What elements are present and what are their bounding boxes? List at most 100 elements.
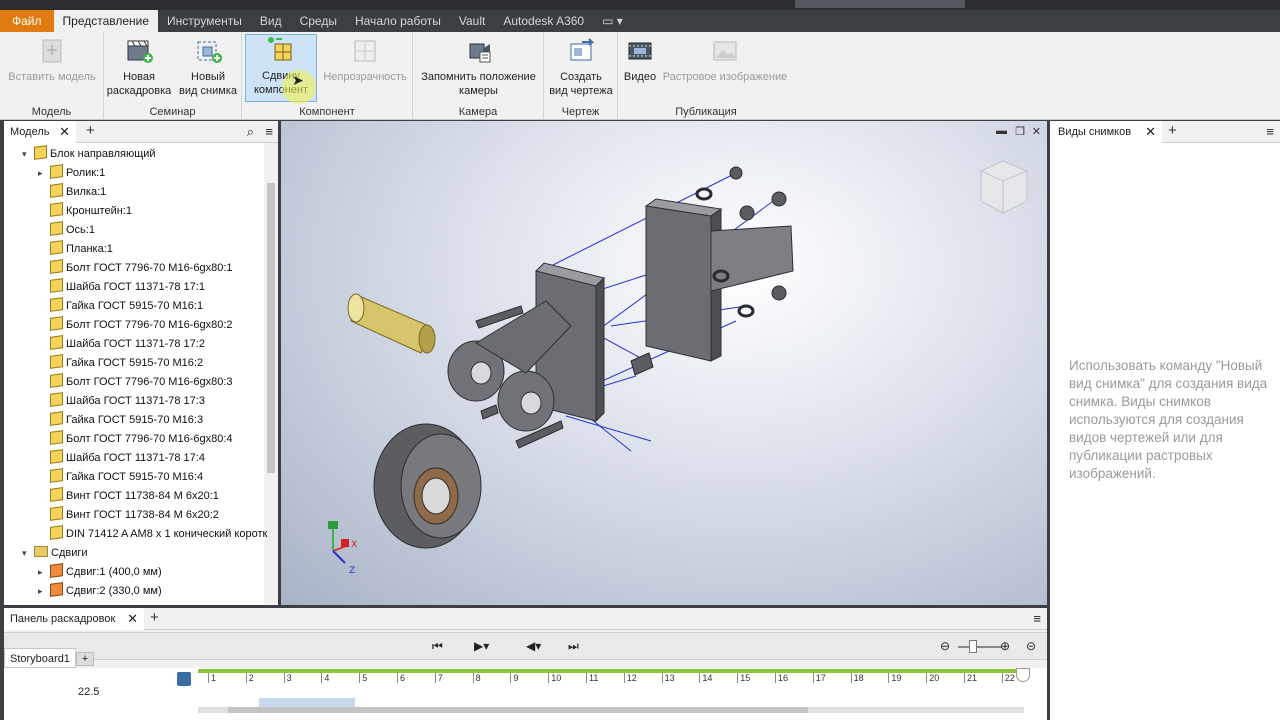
timeline-scroll-thumb[interactable] [228, 707, 808, 713]
tree-node[interactable]: ▸ Сдвиг:1 (400,0 мм) [38, 563, 162, 582]
tab-get-started[interactable]: Начало работы [346, 10, 450, 32]
tree-node[interactable]: Гайка ГОСТ 5915-70 М16:2 [38, 354, 203, 373]
timeline-tick-label: 6 [397, 673, 405, 683]
close-icon[interactable]: ✕ [127, 608, 138, 630]
tree-node[interactable]: ▸ Сдвиг:2 (330,0 мм) [38, 582, 162, 601]
help-search-input[interactable] [795, 0, 965, 8]
tree-node-label: Вилка:1 [66, 186, 107, 198]
scratch-zone-icon[interactable] [177, 672, 191, 686]
play-icon[interactable]: ▶▾ [474, 639, 489, 653]
play-reverse-icon[interactable]: ◀▾ [526, 639, 541, 653]
insert-model-button[interactable]: Вставить модель [6, 36, 98, 84]
timeline-tick-label: 10 [548, 673, 561, 683]
folder-icon [34, 546, 48, 557]
save-camera-button[interactable]: Запомнить положение камеры [415, 36, 542, 98]
part-icon [50, 259, 63, 274]
go-to-start-icon[interactable]: ⏮ [432, 639, 443, 654]
menu-icon[interactable]: ≡ [1266, 124, 1274, 139]
add-tab-icon[interactable]: + [86, 123, 95, 139]
tree-node[interactable]: Винт ГОСТ 11738-84 М 6х20:1 [38, 487, 219, 506]
tab-storyboard-panel[interactable]: Панель раскадровок ✕ [4, 608, 144, 630]
tree-node[interactable]: Болт ГОСТ 7796-70 М16-6gx80:2 [38, 316, 233, 335]
tree-node-label: Гайка ГОСТ 5915-70 М16:1 [66, 300, 204, 312]
view-cube-icon [980, 160, 1028, 214]
timeline-tick-label: 1 [208, 673, 216, 683]
tree-node[interactable]: Гайка ГОСТ 5915-70 М16:3 [38, 411, 203, 430]
add-tab-icon[interactable]: + [1168, 123, 1177, 139]
tab-model[interactable]: Модель ✕ [4, 121, 76, 143]
tab-presentation[interactable]: Представление [53, 10, 159, 32]
tab-snapshot-views[interactable]: Виды снимков ✕ [1050, 121, 1162, 143]
playhead[interactable] [1016, 668, 1030, 682]
part-icon [50, 525, 63, 540]
group-camera: Запомнить положение камеры Камера [413, 32, 544, 120]
raster-button[interactable]: Растровое изображение [660, 36, 790, 84]
tree-node[interactable]: Винт ГОСТ 11738-84 М 6х20:2 [38, 506, 219, 525]
add-tab-icon[interactable]: + [150, 610, 159, 626]
expand-toggle-icon[interactable]: ▸ [38, 563, 50, 582]
tree-node[interactable]: Болт ГОСТ 7796-70 М16-6gx80:4 [38, 430, 233, 449]
close-icon[interactable]: ✕ [59, 121, 70, 143]
tree-node[interactable]: Болт ГОСТ 7796-70 М16-6gx80:3 [38, 373, 233, 392]
timeline-tick-label: 21 [964, 673, 977, 683]
tab-tools[interactable]: Инструменты [158, 10, 251, 32]
close-icon[interactable]: ✕ [1145, 121, 1156, 143]
tree-node[interactable]: DIN 71412 A AM8 x 1 конический коротк [38, 525, 267, 544]
filter-icon[interactable]: ⊝ [1026, 639, 1036, 653]
tree-node[interactable]: Вилка:1 [38, 183, 106, 202]
exploded-assembly-view: X Z [328, 160, 1028, 576]
tab-a360[interactable]: Autodesk A360 [494, 10, 593, 32]
opacity-button[interactable]: Непрозрачность [320, 36, 410, 84]
tree-node[interactable]: ▸ Ролик:1 [38, 164, 105, 183]
new-snapshot-button[interactable]: Новый вид снимка [176, 36, 240, 98]
expand-toggle-icon[interactable]: ▸ [38, 582, 50, 601]
zoom-slider-thumb[interactable] [969, 640, 977, 653]
tab-environments[interactable]: Среды [291, 10, 346, 32]
tab-storyboard1[interactable]: Storyboard1 [4, 648, 76, 668]
zoom-out-icon[interactable]: ⊖ [940, 639, 950, 653]
tree-node[interactable]: Шайба ГОСТ 11371-78 17:1 [38, 278, 205, 297]
expand-toggle-icon[interactable]: ▾ [22, 145, 34, 164]
zoom-slider[interactable] [958, 646, 1002, 648]
timeline-ruler[interactable]: 1 2 3 4 5 6 7 8 9 10 11 12 13 14 15 16 17 18 19 20 21 22 [198, 673, 1024, 687]
tab-view[interactable]: Вид [251, 10, 291, 32]
part-icon [50, 240, 63, 255]
drawing-view-icon [566, 36, 596, 66]
snapshot-panel-header: Виды снимков ✕ + ≡ [1050, 121, 1280, 143]
file-menu[interactable]: Файл [0, 10, 54, 32]
search-icon[interactable]: ⌕ [247, 124, 254, 140]
tree-node[interactable]: ▾ Сдвиги [22, 544, 88, 563]
menu-icon[interactable]: ≡ [265, 124, 273, 139]
tree-node[interactable]: Болт ГОСТ 7796-70 М16-6gx80:1 [38, 259, 233, 278]
model-browser: Модель ✕ + ⌕ ≡ ▾ Блок направляющий ▸ Ролик:… [4, 121, 278, 605]
tree-node[interactable]: Планка:1 [38, 240, 113, 259]
timeline-tick-label: 16 [775, 673, 788, 683]
expand-toggle-icon[interactable]: ▾ [22, 544, 34, 563]
timeline-tick-label: 17 [812, 673, 826, 683]
tree-scroll-thumb[interactable] [267, 183, 275, 473]
part-icon [34, 145, 47, 160]
add-storyboard-icon[interactable]: + [76, 652, 94, 666]
menu-icon[interactable]: ≡ [1033, 611, 1041, 626]
tree-node[interactable]: Кронштейн:1 [38, 202, 132, 221]
tree-node[interactable]: Шайба ГОСТ 11371-78 17:3 [38, 392, 205, 411]
go-to-end-icon[interactable]: ⏭ [568, 639, 579, 654]
new-storyboard-button[interactable]: Новая раскадровка [106, 36, 172, 98]
tree-node[interactable]: Шайба ГОСТ 11371-78 17:4 [38, 449, 205, 468]
ribbon-options-icon[interactable]: ▭ ▾ [593, 10, 632, 32]
tree-node[interactable]: Шайба ГОСТ 11371-78 17:2 [38, 335, 205, 354]
tree-node[interactable]: ▾ Блок направляющий [22, 145, 156, 164]
move-component-icon [266, 35, 296, 65]
graphics-viewport[interactable]: ▬ ❐ ✕ X Z [281, 121, 1047, 605]
tree-node[interactable]: Гайка ГОСТ 5915-70 М16:4 [38, 468, 203, 487]
create-drawing-button[interactable]: Создать вид чертежа [547, 36, 615, 98]
zoom-in-icon[interactable]: ⊕ [1000, 639, 1010, 653]
video-label: Видео [623, 71, 657, 83]
axis-triad-icon: X Z [328, 521, 357, 576]
tree-node[interactable]: Ось:1 [38, 221, 95, 240]
expand-toggle-icon[interactable]: ▸ [38, 164, 50, 183]
tree-node-label: Шайба ГОСТ 11371-78 17:1 [66, 281, 205, 293]
tab-vault[interactable]: Vault [450, 10, 494, 32]
tree-node[interactable]: Гайка ГОСТ 5915-70 М16:1 [38, 297, 203, 316]
video-button[interactable]: Видео [620, 36, 660, 84]
